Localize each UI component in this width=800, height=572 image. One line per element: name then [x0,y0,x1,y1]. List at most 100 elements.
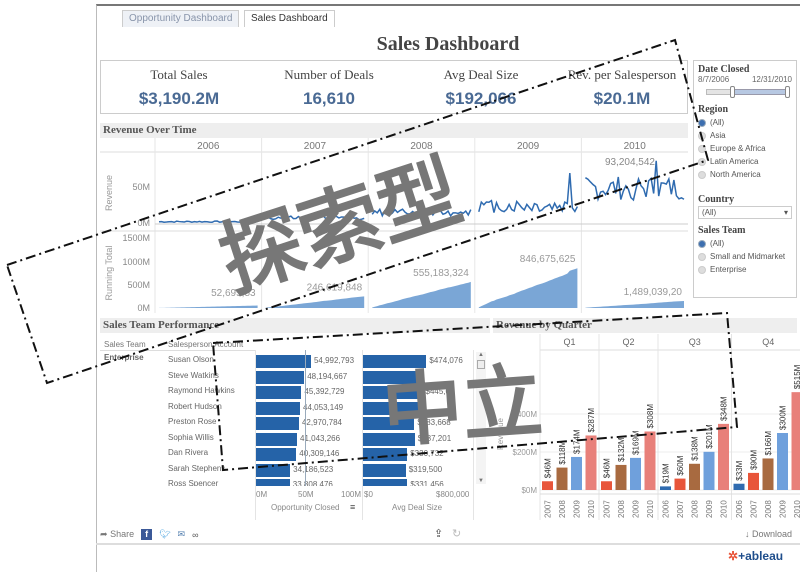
running-total-area [585,301,684,308]
date-closed-label: Date Closed [698,64,750,75]
avg-deal-bar[interactable] [363,370,424,384]
radio-label: Europe & Africa [710,144,766,153]
table-row[interactable]: Steve Watkins 48,194,667 [100,370,490,385]
bar-Q3-2008 [689,463,700,490]
opportunity-label: 42,970,784 [301,418,343,427]
bar-Q1-2010 [585,435,597,490]
download-button[interactable]: ↓ Download [745,529,792,539]
avg-tick-1: $800,000 [436,490,470,499]
opportunity-bar[interactable] [256,386,302,399]
radio-sales_team-0[interactable]: (All) [698,238,792,249]
kpi-label: Number of Deals [284,67,374,82]
date-slider[interactable] [698,86,792,98]
year-label: 2009 [632,500,641,518]
avg-deal-bar[interactable] [363,448,408,461]
opportunity-bar[interactable] [256,448,297,461]
table-row[interactable]: Sophia Willis 41,043,266 $387,201 [100,432,490,447]
radio-region-0[interactable]: (All) [698,117,792,128]
year-label: 2008 [558,500,567,518]
sales-team-table: Susan Olson 54,992,793 $474,076 Steve Watki… [100,350,490,486]
bar-value-label: $118M [558,440,567,464]
salesperson-name: Ross Spencer [168,479,219,486]
tab-opportunity-dashboard[interactable]: Opportunity Dashboard [122,10,240,27]
radio-region-3[interactable]: Latin America [698,156,792,167]
radio-sales_team-1[interactable]: Small and Midmarket [698,251,792,262]
quarter-header: Q3 [689,337,701,347]
y-tick: $200M [513,448,538,457]
table-row[interactable]: Raymond Hawkins 45,392,729 $445,02 [100,385,490,400]
country-label: Country [698,194,735,205]
avg-deal-bar[interactable] [363,401,421,415]
quarter-header: Q1 [563,337,575,347]
year-header: 2010 [624,141,647,152]
sort-icon[interactable]: ≡ [350,502,355,512]
running-total-label: 846,675,625 [520,254,576,265]
opportunity-bar[interactable] [256,417,299,430]
share-arrow-icon: ➦ [100,529,108,539]
bar-value-label: $308M [646,404,655,429]
kpi-panel: Total Sales $3,190.2M Number of Deals 16,6… [100,60,688,114]
opportunity-bar[interactable] [256,463,291,477]
bar-Q4-2010 [791,392,800,490]
country-dropdown[interactable]: (All) ▾ [698,206,792,219]
avg-deal-bar[interactable] [363,355,427,368]
bar-Q1-2008 [556,467,568,490]
avg-deal-bar[interactable] [363,432,415,446]
avg-deal-bar[interactable] [363,463,406,477]
date-end: 12/31/2010 [751,75,792,84]
table-row[interactable]: Susan Olson 54,992,793 $474,076 [100,354,490,369]
slider-handle-end[interactable] [785,86,790,98]
running-axis-label: Running Total [104,246,114,301]
twitter-icon[interactable]: 🐦︎ [159,529,170,540]
year-label: 2006 [735,500,744,518]
kpi-label: Rev. per Salesperson [567,67,677,82]
avg-deal-bar[interactable] [363,386,423,399]
table-scrollbar[interactable]: ▲ ▼ [476,352,486,484]
facebook-icon[interactable]: f [141,529,153,540]
email-icon[interactable]: ✉ [178,529,186,540]
table-row[interactable]: Robert Hudson 44,053,149 [100,401,490,416]
revenue-tick: 50M [132,182,150,192]
bar-Q3-2010 [718,423,729,490]
sales-team-label: Sales Team [698,225,746,236]
salesperson-name: Sophia Willis [168,432,214,442]
radio-sales_team-2[interactable]: Enterprise [698,264,792,275]
table-row[interactable]: Preston Rose 42,970,784 $383,668 [100,416,490,431]
export-icon[interactable]: ⇪ [434,527,443,540]
slider-handle-start[interactable] [730,86,735,98]
avg-axis-label: Avg Deal Size [392,503,443,512]
avg-deal-bar[interactable] [363,417,415,430]
table-row[interactable]: Sarah Stephens 34,186,523 $319,500 [100,463,490,478]
radio-region-1[interactable]: Asia [698,130,792,141]
bar-value-label: $201M [705,424,714,449]
link-icon[interactable]: ∞ [192,530,198,540]
year-header: 2006 [197,141,220,152]
avg-deal-bar[interactable] [363,479,408,486]
bar-Q3-2007 [674,478,686,490]
opportunity-bar[interactable] [256,479,290,486]
share-toolbar: ➦ Share f 🐦︎ ✉ ∞ [100,529,199,540]
opportunity-label: 34,186,523 [293,464,334,474]
radio-region-2[interactable]: Europe & Africa [698,143,792,154]
year-header: 2008 [410,141,433,152]
bar-value-label: $287M [587,408,596,433]
bar-Q3-2006 [660,486,671,490]
kpi-label: Total Sales [150,67,208,82]
share-button[interactable]: ➦ Share [100,529,134,540]
avg-deal-label: $383,668 [417,418,451,427]
radio-region-4[interactable]: North America [698,169,792,180]
table-row[interactable]: Ross Spencer 33,808,476 $331,456 [100,478,490,486]
bar-value-label: $46M [544,458,553,478]
opportunity-bar[interactable] [256,355,311,368]
opportunity-bar[interactable] [256,401,301,415]
year-label: 2010 [646,500,655,518]
year-label: 2009 [779,500,788,518]
revenue-line [265,215,365,221]
radio-icon [698,252,706,261]
opportunity-bar[interactable] [256,370,305,384]
table-row[interactable]: Dan Rivera 40,309,146 $330,732 [100,447,490,462]
opportunity-bar[interactable] [256,432,298,446]
revert-icon[interactable]: ↻ [452,527,461,540]
kpi-label: Avg Deal Size [443,67,519,82]
tab-sales-dashboard[interactable]: Sales Dashboard [244,10,335,27]
